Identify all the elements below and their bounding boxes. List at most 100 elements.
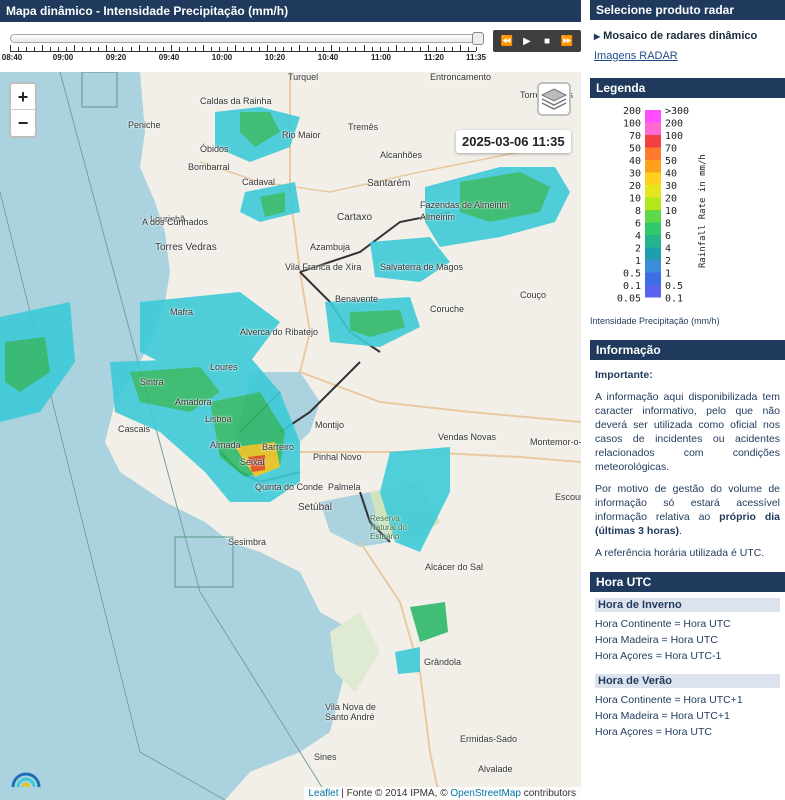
legend: 200 100 70 50 40 30 20 10 8 6 4 2 1 0.5 0.1 0.05 >300 200…: [590, 98, 785, 328]
legend-scale: 200100705040302010864210.50.10.05>300200…: [617, 106, 708, 305]
timeline: 08:40 09:00 09:20 09:40 10:00 10:20 10:40 11:00…: [0, 22, 581, 72]
map-place-label: Vila Nova de Santo André: [325, 702, 376, 722]
map-place-label: Entroncamento: [430, 72, 492, 82]
timeline-tick: [355, 47, 357, 51]
legend-color-band: [645, 272, 661, 285]
map-timestamp: 2025-03-06 11:35: [456, 130, 571, 153]
legend-color-band: [645, 197, 661, 210]
map-place-label: Benavente: [335, 294, 379, 304]
map-place-label: Seixal: [240, 457, 265, 467]
map-place-label: Escoural: [555, 492, 581, 502]
map-place-label: Caldas da Rainha: [200, 96, 272, 106]
timeline-tick: [58, 47, 60, 51]
leaflet-link[interactable]: Leaflet: [309, 788, 339, 799]
timeline-label: 08:40: [1, 53, 23, 62]
timeline-thumb[interactable]: [472, 32, 484, 45]
map-place-label: Barreiro: [262, 442, 295, 452]
info-header: Informação: [590, 340, 785, 360]
map-place-label: Ermidas-Sado: [460, 734, 518, 744]
map-place-label: Alcanhões: [380, 150, 423, 160]
timeline-tick: [476, 47, 477, 51]
map-place-label: Cascais: [118, 424, 151, 434]
radar-images-link[interactable]: Imagens RADAR: [594, 50, 781, 62]
winter-line: Hora Continente = Hora UTC: [595, 618, 731, 630]
map-place-label: Sines: [314, 752, 337, 762]
summer-line: Hora Continente = Hora UTC+1: [595, 694, 743, 706]
forward-button[interactable]: ⏩: [558, 36, 576, 47]
legend-left-label: 100: [623, 119, 641, 130]
map-place-label: Sesimbra: [228, 537, 267, 547]
map-place-label: Vendas Novas: [438, 432, 497, 442]
legend-right-label: 10: [665, 206, 677, 217]
map-place-label: Sintra: [140, 377, 164, 387]
timeline-tick: [291, 47, 293, 51]
timeline-tick: [114, 47, 116, 51]
legend-left-label: 30: [629, 169, 641, 180]
map-place-label: Grândola: [424, 657, 462, 667]
map-place-label: Torres Vedras: [155, 242, 217, 253]
map-place-label: Alvalade: [478, 764, 513, 774]
timeline-tick: [122, 47, 124, 51]
map-place-label: Amadora: [175, 397, 212, 407]
map-place-label: Mafra: [170, 307, 194, 317]
osm-link[interactable]: OpenStreetMap: [450, 788, 521, 799]
map-place-label: Salvaterra de Magos: [380, 262, 464, 272]
timeline-tick: [146, 47, 148, 51]
timeline-tick: [307, 47, 309, 51]
map-place-label: Rio Maior: [282, 130, 321, 140]
zoom-in-button[interactable]: +: [11, 84, 35, 110]
map-place-label: Almeirim: [420, 212, 455, 222]
rewind-button[interactable]: ⏪: [498, 36, 516, 47]
map-place-label: Santarém: [367, 178, 411, 189]
map-place-label: Fazendas de Almeirim: [420, 200, 510, 210]
radar-map[interactable]: Caldas da Rainha Peniche Rio Maior Turquel E…: [0, 72, 581, 800]
play-button[interactable]: ▶: [518, 36, 536, 47]
summer-line: Hora Açores = Hora UTC: [595, 726, 712, 738]
legend-right-label: 100: [665, 131, 683, 142]
timeline-tick: [234, 45, 236, 51]
product-selected-label: Mosaico de radares dinâmico: [603, 30, 758, 42]
timeline-tick: [435, 47, 437, 51]
timeline-label: 11:00: [370, 53, 392, 62]
legend-right-label: 2: [665, 256, 671, 267]
map-place-label: Vila Franca de Xira: [285, 262, 362, 272]
timeline-tick: [347, 47, 349, 51]
timeline-tick: [451, 47, 453, 51]
legend-color-band: [645, 235, 661, 248]
legend-right-label: 50: [665, 156, 677, 167]
stop-button[interactable]: ■: [538, 36, 556, 47]
legend-left-label: 20: [629, 181, 641, 192]
legend-right-label: 20: [665, 194, 677, 205]
map-place-label: Coruche: [430, 304, 465, 314]
product-header: Selecione produto radar: [590, 0, 785, 20]
timeline-tick: [202, 45, 204, 51]
timeline-tick: [154, 47, 156, 51]
legend-left-label: 200: [623, 106, 641, 117]
legend-color-band: [645, 172, 661, 185]
legend-right-label: 70: [665, 144, 677, 155]
product-selected[interactable]: ▶ Mosaico de radares dinâmico: [594, 30, 781, 42]
layers-icon: [540, 88, 568, 110]
map-place-label: Reserva Natural do Estuário: [370, 514, 407, 541]
timeline-tick: [106, 45, 108, 51]
legend-left-label: 50: [629, 144, 641, 155]
legend-left-label: 6: [635, 219, 641, 230]
timeline-tick: [186, 47, 188, 51]
timeline-slider[interactable]: [10, 32, 484, 45]
legend-left-label: 1: [635, 256, 641, 267]
legend-color-band: [645, 122, 661, 135]
timeline-tick: [26, 47, 28, 51]
timeline-tick: [66, 47, 68, 51]
timeline-tick: [138, 45, 140, 51]
layers-button[interactable]: [537, 82, 571, 116]
timeline-tick: [323, 47, 325, 51]
summer-line: Hora Madeira = Hora UTC+1: [595, 710, 730, 722]
legend-left-label: 10: [629, 194, 641, 205]
timeline-tick: [419, 47, 421, 51]
map-place-label: Couço: [520, 290, 547, 300]
map-place-label: Setúbal: [298, 502, 332, 513]
timeline-tick: [403, 47, 405, 51]
timeline-tick: [379, 47, 381, 51]
legend-right-label: >300: [665, 106, 689, 117]
zoom-out-button[interactable]: −: [11, 110, 35, 136]
